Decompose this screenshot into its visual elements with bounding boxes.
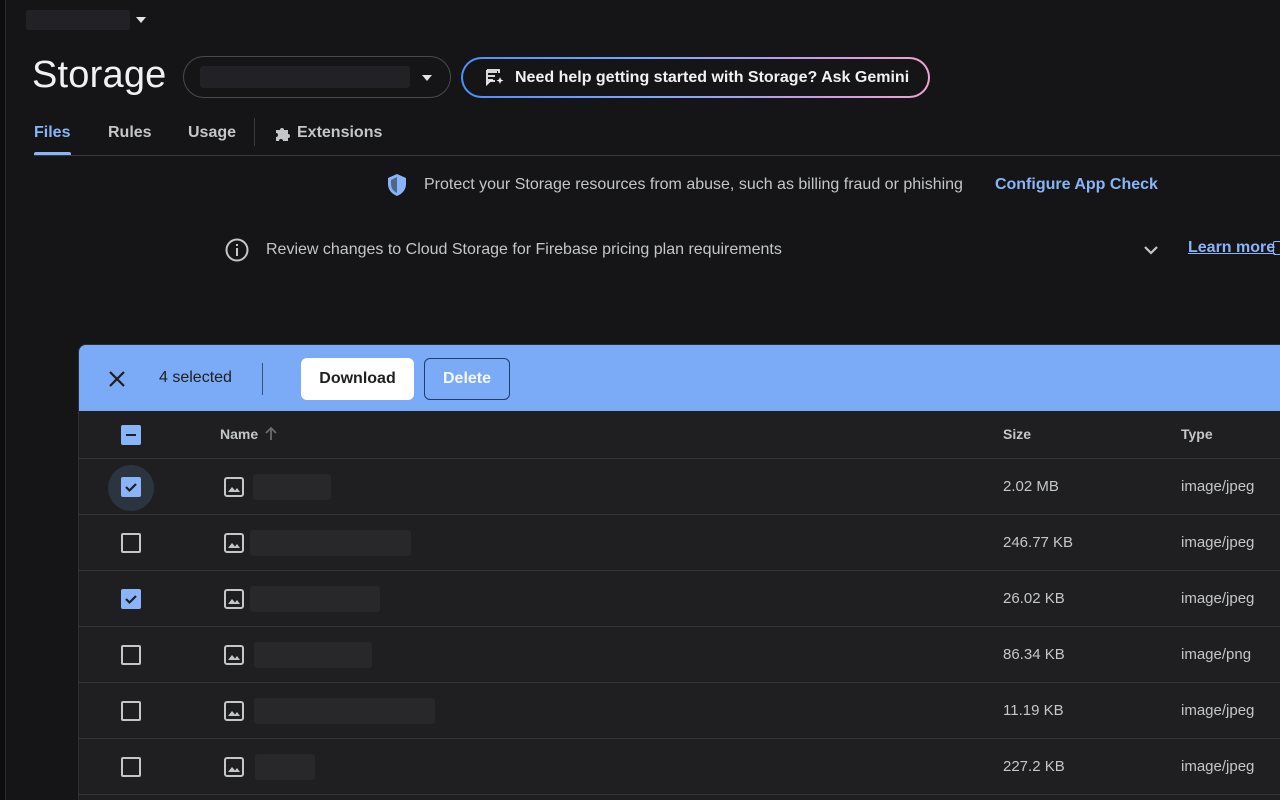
indeterminate-mark [126,434,136,436]
learn-more-link[interactable]: Learn more [1188,239,1275,257]
ask-gemini-label: Need help getting started with Storage? … [515,68,910,86]
page-title: Storage [32,54,167,96]
file-name-redacted[interactable] [253,474,331,500]
file-size: 2.02 MB [1003,478,1059,495]
bucket-select[interactable] [183,56,451,98]
tab-extensions[interactable]: Extensions [274,124,382,142]
dropdown-caret-icon [422,75,432,81]
column-header-name[interactable]: Name [220,426,278,442]
row-checkbox[interactable] [121,645,141,665]
app-check-banner: Protect your Storage resources from abus… [386,172,1158,198]
project-name-redacted [26,10,130,30]
row-checkbox[interactable] [121,533,141,553]
image-file-icon [224,645,244,665]
column-header-size[interactable]: Size [1003,426,1031,442]
image-file-icon [224,757,244,777]
image-file-icon [224,477,244,497]
download-button[interactable]: Download [301,358,414,400]
app-check-text: Protect your Storage resources from abus… [424,176,963,193]
file-size: 11.19 KB [1003,702,1064,719]
image-file-icon [224,533,244,553]
select-all-checkbox[interactable] [121,425,141,445]
selection-divider [262,363,263,395]
table-row[interactable]: 86.34 KB image/png [79,627,1280,683]
file-type: image/jpeg [1181,758,1255,775]
close-icon[interactable] [107,369,127,389]
file-size: 86.34 KB [1003,646,1065,663]
file-type: image/jpeg [1181,702,1255,719]
file-type: image/jpeg [1181,590,1255,607]
info-icon [225,238,249,262]
gemini-spark-icon [486,68,504,86]
chevron-down-icon[interactable] [1140,240,1162,260]
row-checkbox[interactable] [121,589,141,609]
external-link-icon [1273,241,1280,255]
selection-bar: 4 selected Download Delete [79,345,1280,411]
bucket-name-redacted [200,66,410,88]
table-row[interactable]: 246.77 KB image/jpeg [79,515,1280,571]
file-type: image/jpeg [1181,478,1255,495]
file-size: 246.77 KB [1003,534,1074,551]
row-checkbox[interactable] [121,757,141,777]
table-row[interactable]: 2.02 MB image/jpeg [79,459,1280,515]
checkmark-icon [125,483,137,493]
ask-gemini-button[interactable]: Need help getting started with Storage? … [461,57,930,98]
table-row[interactable]: 11.19 KB image/jpeg [79,683,1280,739]
pricing-banner: Review changes to Cloud Storage for Fire… [224,237,782,263]
tab-extensions-label: Extensions [297,124,383,141]
files-table: 4 selected Download Delete Name Size Typ… [78,344,1280,800]
image-file-icon [224,701,244,721]
delete-button[interactable]: Delete [424,358,510,400]
file-size: 26.02 KB [1003,590,1065,607]
puzzle-icon [276,127,290,141]
selected-count: 4 selected [159,369,232,386]
file-name-redacted[interactable] [255,754,315,780]
sort-arrow-up-icon [265,426,277,440]
column-header-name-label: Name [220,426,259,442]
pricing-text: Review changes to Cloud Storage for Fire… [266,241,782,258]
table-header: Name Size Type [79,411,1280,459]
column-header-type[interactable]: Type [1181,426,1213,442]
file-type: image/png [1181,646,1252,663]
tab-divider [254,118,255,146]
configure-app-check-link[interactable]: Configure App Check [995,176,1158,194]
row-checkbox[interactable] [121,477,141,497]
table-row[interactable]: 227.2 KB image/jpeg [79,739,1280,795]
file-name-redacted[interactable] [254,642,372,668]
row-checkbox[interactable] [121,701,141,721]
project-picker[interactable] [26,8,146,32]
dropdown-caret-icon [136,17,146,23]
file-name-redacted[interactable] [250,586,380,612]
tab-files[interactable]: Files [34,124,70,142]
left-edge [0,0,6,800]
file-size: 227.2 KB [1003,758,1065,775]
tab-usage[interactable]: Usage [188,124,236,142]
file-name-redacted[interactable] [254,698,435,724]
active-tab-indicator [34,152,71,155]
tab-bar: Files Rules Usage Extensions [34,118,1280,156]
shield-icon [388,174,406,196]
file-name-redacted[interactable] [250,530,411,556]
image-file-icon [224,589,244,609]
checkmark-icon [125,595,137,605]
file-type: image/jpeg [1181,534,1255,551]
table-row[interactable]: 26.02 KB image/jpeg [79,571,1280,627]
tab-rules[interactable]: Rules [108,124,152,142]
